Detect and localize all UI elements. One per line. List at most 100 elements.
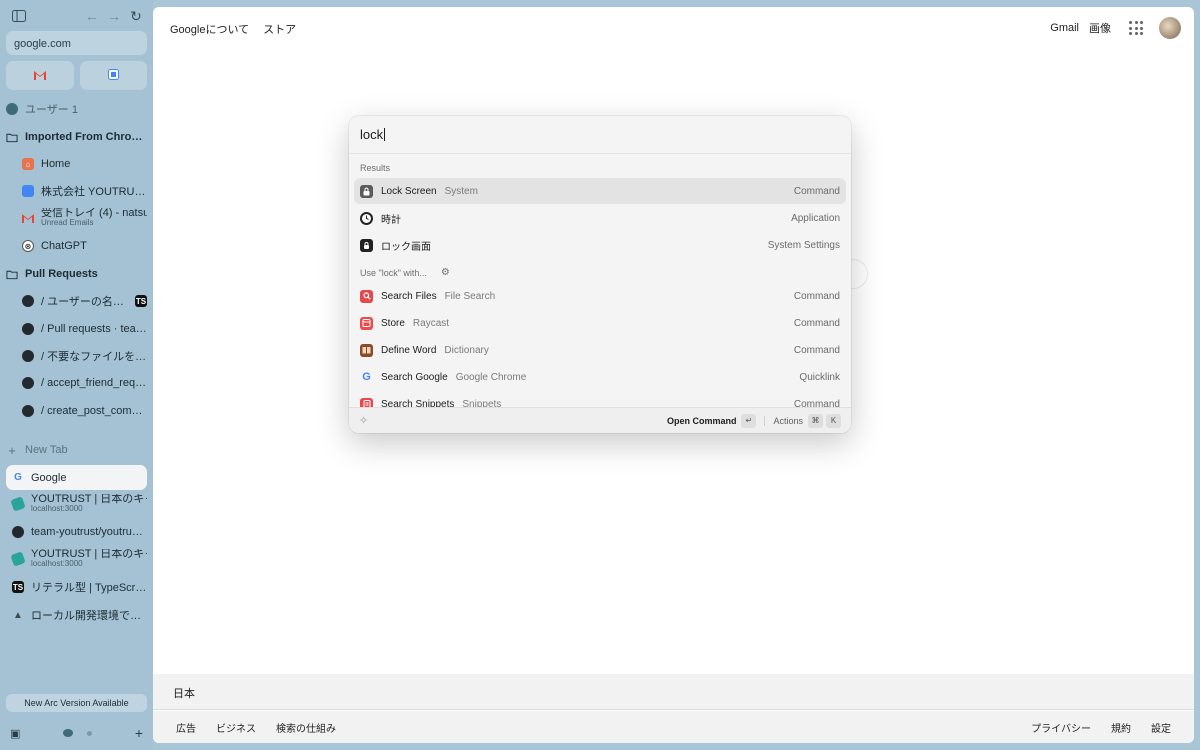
sidebar-item-pr-3[interactable]: / 不要なファイルを削除 — [6, 344, 147, 368]
clock-icon — [360, 211, 373, 225]
settings-link[interactable]: 設定 — [1151, 720, 1171, 735]
forward-icon[interactable]: → — [105, 7, 123, 25]
folder-pull-requests[interactable]: Pull Requests — [6, 262, 147, 286]
result-clock[interactable]: 時計 Application — [354, 205, 846, 231]
avatar[interactable] — [1159, 17, 1181, 39]
url-bar[interactable]: google.com — [6, 31, 147, 55]
result-lock-screen-settings[interactable]: ロック画面 System Settings — [354, 232, 846, 258]
plus-icon: + — [8, 442, 16, 458]
raycast-logo-icon: ✧ — [359, 415, 369, 427]
lock-screen-settings-icon — [360, 238, 373, 252]
tab-clw[interactable]: ▲ ローカル開発環境でCLW... — [6, 603, 147, 627]
results-section-label: Results — [360, 163, 391, 173]
search-query: lock — [360, 127, 384, 142]
typescript-icon: TS — [12, 581, 24, 593]
sidebar-item-youtrust[interactable]: 株式会社 YOUTRUST -... — [6, 179, 147, 203]
sidebar-item-home[interactable]: ⌂ Home — [6, 152, 147, 176]
sidebar-item-pr-2[interactable]: / Pull requests · team-... — [6, 317, 147, 341]
youtrust-icon — [10, 551, 26, 567]
typescript-icon: TS — [135, 295, 147, 307]
about-google-link[interactable]: Googleについて — [170, 21, 249, 37]
profile-icon — [6, 103, 18, 115]
pinned-gmail[interactable] — [6, 61, 74, 90]
tab-subtitle: localhost:3000 — [31, 559, 83, 568]
sidebar-bottom-bar: ▣ + — [10, 725, 143, 741]
tab-title: YOUTRUST | 日本のキャ... — [31, 549, 147, 560]
fallback-search-files[interactable]: Search Files File Search Command — [354, 283, 846, 309]
profile-label[interactable]: ユーザー 1 — [6, 97, 147, 121]
graduation-cap-icon: ▲ — [13, 609, 23, 621]
sidebar-item-inbox[interactable]: 受信トレイ (4) - natsu... Unread Emails — [6, 206, 147, 230]
tab-typescript[interactable]: TS リテラル型 | TypeScript... — [6, 575, 147, 599]
actions-button[interactable]: Actions — [773, 416, 803, 426]
tab-youtrust-1[interactable]: YOUTRUST | 日本のキャ... localhost:3000 — [6, 492, 147, 516]
business-link[interactable]: ビジネス — [216, 720, 256, 735]
inbox-title: 受信トレイ (4) - natsu... — [41, 208, 147, 219]
search-files-icon — [360, 289, 373, 303]
chatgpt-icon: ⊛ — [22, 240, 34, 252]
terms-link[interactable]: 規約 — [1111, 720, 1131, 735]
archive-icon[interactable]: ▣ — [10, 727, 20, 740]
sidebar-item-chatgpt[interactable]: ⊛ ChatGPT — [6, 234, 147, 258]
pinned-calendar[interactable] — [79, 61, 147, 90]
sidebar-toggle-icon[interactable] — [10, 7, 28, 25]
store-link[interactable]: ストア — [263, 21, 296, 37]
tab-youtrust-2[interactable]: YOUTRUST | 日本のキャ... localhost:3000 — [6, 547, 147, 571]
fallback-section-label: Use "lock" with... ⚙ — [360, 267, 450, 278]
calendar-icon — [107, 68, 119, 83]
profile-dot-icon[interactable] — [87, 730, 93, 736]
new-version-button[interactable]: New Arc Version Available — [6, 694, 147, 712]
country-label: 日本 — [173, 688, 195, 700]
dictionary-icon — [360, 343, 373, 357]
enter-key-hint: ↵ — [741, 413, 757, 428]
footer-links: 広告 ビジネス 検索の仕組み プライバシー 規約 設定 — [153, 711, 1194, 743]
google-icon: G — [14, 472, 22, 483]
google-header-right: Gmail 画像 — [1050, 17, 1181, 39]
pinned-apps — [6, 61, 147, 90]
tab-subtitle: localhost:3000 — [31, 504, 83, 513]
github-icon — [22, 295, 34, 307]
fallback-define-word[interactable]: Define Word Dictionary Command — [354, 337, 846, 363]
inbox-subtitle: Unread Emails — [41, 218, 94, 227]
gear-icon[interactable]: ⚙ — [441, 267, 450, 278]
google-header-left: Googleについて ストア — [170, 21, 296, 37]
tab-title: YOUTRUST | 日本のキャ... — [31, 494, 147, 505]
images-link[interactable]: 画像 — [1089, 20, 1111, 36]
folder-imported-from-chrome[interactable]: Imported From Chrome — [6, 125, 147, 149]
profile-switch-icon[interactable] — [63, 729, 74, 737]
how-search-works-link[interactable]: 検索の仕組み — [276, 720, 336, 735]
youtrust-icon — [10, 496, 26, 512]
result-lock-screen[interactable]: Lock Screen System Command — [354, 178, 846, 204]
tab-github-repo[interactable]: team-youtrust/youtrust... — [6, 520, 147, 544]
gmail-icon — [22, 212, 34, 224]
calendar-icon — [22, 185, 34, 197]
tab-google[interactable]: G Google — [6, 465, 147, 490]
sidebar-item-pr-4[interactable]: / accept_friend_reque... — [6, 371, 147, 395]
github-icon — [22, 350, 34, 362]
open-command-button[interactable]: Open Command — [667, 416, 737, 426]
back-icon[interactable]: ← — [83, 7, 101, 25]
cmd-key-hint: ⌘ — [808, 413, 823, 428]
store-icon — [360, 316, 373, 330]
google-icon: G — [362, 371, 371, 383]
gmail-icon — [33, 68, 46, 83]
text-caret — [384, 128, 386, 141]
folder-icon — [6, 268, 18, 280]
ads-link[interactable]: 広告 — [176, 720, 196, 735]
home-icon: ⌂ — [22, 158, 34, 170]
privacy-link[interactable]: プライバシー — [1031, 720, 1091, 735]
sidebar-item-pr-5[interactable]: / create_post_comma... — [6, 399, 147, 423]
add-space-icon[interactable]: + — [135, 725, 143, 741]
sidebar-item-pr-1[interactable]: / ユーザーの名前の... TS — [6, 289, 147, 313]
fallback-store[interactable]: Store Raycast Command — [354, 310, 846, 336]
reload-icon[interactable]: ↻ — [127, 7, 145, 25]
google-apps-icon[interactable] — [1129, 21, 1143, 35]
raycast-search-input[interactable]: lock — [349, 116, 851, 154]
github-icon — [22, 405, 34, 417]
gmail-link[interactable]: Gmail — [1050, 22, 1079, 34]
k-key-hint: K — [826, 413, 841, 428]
new-tab-button[interactable]: + New Tab — [6, 438, 147, 462]
lock-icon — [360, 184, 373, 198]
fallback-search-google[interactable]: G Search Google Google Chrome Quicklink — [354, 364, 846, 390]
github-icon — [22, 377, 34, 389]
